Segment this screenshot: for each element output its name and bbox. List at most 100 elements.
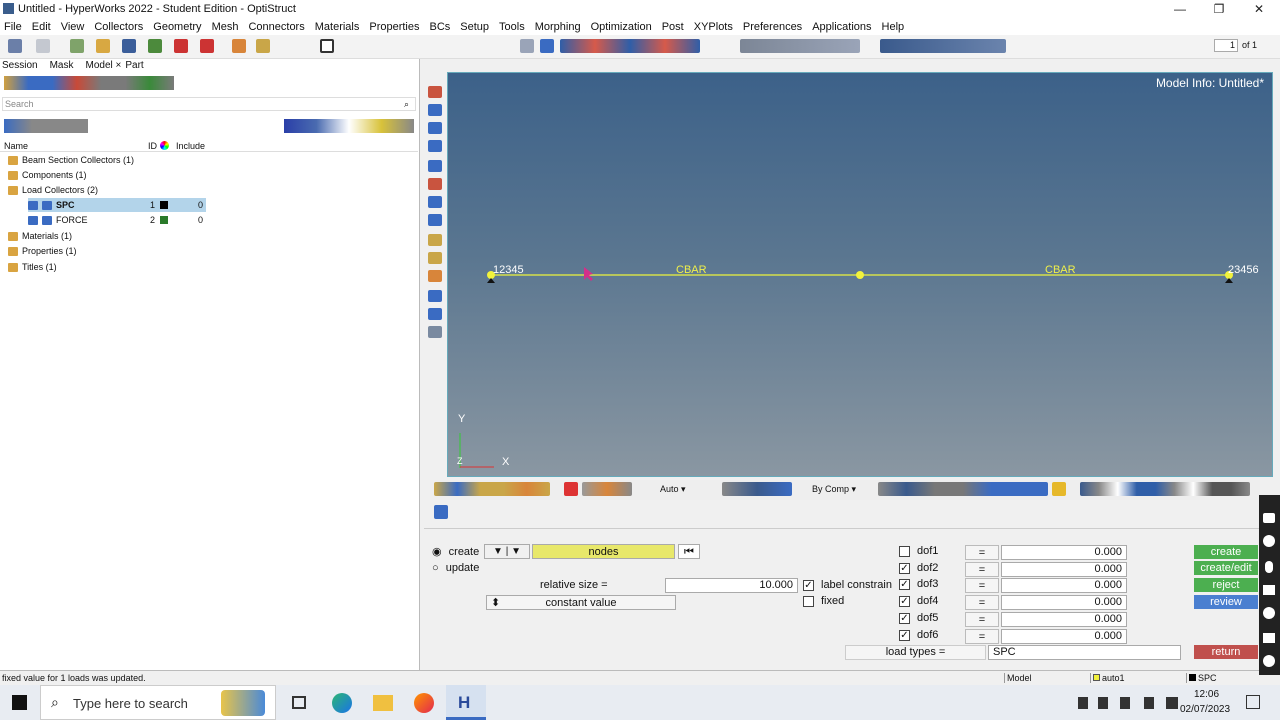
vtool-11-icon[interactable] [428, 270, 442, 282]
vtool-6-icon[interactable] [428, 178, 442, 190]
dof5-value[interactable]: 0.000 [1001, 611, 1127, 627]
review-button[interactable]: review [1194, 595, 1258, 609]
close-button[interactable]: ✕ [1249, 1, 1269, 17]
notifications-icon[interactable] [1246, 695, 1260, 709]
dof2-checkbox[interactable]: ✓ [899, 562, 910, 574]
dof4-checkbox[interactable]: ✓ [899, 596, 910, 608]
edge-icon[interactable] [332, 693, 352, 713]
browser-filter-icons[interactable] [4, 119, 88, 133]
menu-xyplots[interactable]: XYPlots [694, 21, 733, 33]
fixed-checkbox[interactable] [803, 596, 814, 607]
dof3-checkbox[interactable]: ✓ [899, 579, 910, 591]
vis-far-icons[interactable] [1080, 482, 1250, 496]
bycomp-dropdown[interactable]: By Comp ▾ [798, 482, 874, 496]
tab-mask[interactable]: Mask [50, 60, 74, 72]
webcam-icon[interactable] [1263, 607, 1275, 619]
tree-item-titles[interactable]: Titles (1) [8, 260, 57, 274]
delete-icon[interactable] [564, 482, 578, 496]
tree-item-materials[interactable]: Materials (1) [8, 229, 72, 243]
graphics-viewport[interactable]: Model Info: Untitled* 12345 23456 CBAR C… [447, 72, 1273, 477]
menu-mesh[interactable]: Mesh [212, 21, 239, 33]
entity-dropdown[interactable]: ▼ | ▼ [484, 544, 530, 559]
menu-optimization[interactable]: Optimization [591, 21, 652, 33]
model-icon[interactable] [256, 39, 270, 53]
vtool-7-icon[interactable] [428, 196, 442, 208]
system-tray-icons[interactable] [1078, 697, 1178, 709]
status-spc[interactable]: SPC [1186, 673, 1217, 683]
reset-selection-button[interactable]: ⏮ [678, 544, 700, 559]
menu-file[interactable]: File [4, 21, 22, 33]
menu-help[interactable]: Help [882, 21, 905, 33]
dof3-value[interactable]: 0.000 [1001, 578, 1127, 594]
page-number-field[interactable]: 1 [1214, 39, 1238, 52]
save-icon[interactable] [122, 39, 136, 53]
vtool-8-icon[interactable] [428, 214, 442, 226]
menu-materials[interactable]: Materials [315, 21, 360, 33]
dof6-checkbox[interactable]: ✓ [899, 629, 910, 641]
col-include[interactable]: Include [176, 141, 205, 151]
dof5-operator[interactable]: = [965, 611, 999, 627]
dof1-checkbox[interactable] [899, 546, 910, 557]
model-geometry[interactable] [448, 73, 1274, 478]
restore-button[interactable]: ❐ [1209, 1, 1229, 17]
create-edit-button[interactable]: create/edit [1194, 561, 1258, 575]
zoom-icon[interactable] [520, 39, 534, 53]
tree-item-spc[interactable]: SPC 1 0 [28, 198, 206, 212]
hyperworks-taskbar-icon[interactable]: H [446, 685, 486, 720]
col-name[interactable]: Name [4, 141, 28, 151]
nodes-selector[interactable]: nodes [532, 544, 675, 559]
tree-item-beam-section-collectors[interactable]: Beam Section Collectors (1) [8, 153, 134, 167]
dof2-value[interactable]: 0.000 [1001, 561, 1127, 577]
menu-edit[interactable]: Edit [32, 21, 51, 33]
create-radio[interactable]: ◉ create [432, 545, 479, 558]
vtool-5-icon[interactable] [428, 160, 442, 172]
vtool-12-icon[interactable] [428, 290, 442, 302]
menu-properties[interactable]: Properties [369, 21, 419, 33]
menu-morphing[interactable]: Morphing [535, 21, 581, 33]
redo-icon[interactable] [36, 39, 50, 53]
undo-icon[interactable] [8, 39, 22, 53]
dof4-value[interactable]: 0.000 [1001, 595, 1127, 611]
vtool-1-icon[interactable] [428, 86, 442, 98]
vtool-10-icon[interactable] [428, 252, 442, 264]
return-button[interactable]: return [1194, 645, 1258, 659]
speaker-icon[interactable] [1263, 585, 1275, 595]
dof4-operator[interactable]: = [965, 595, 999, 611]
vtool-14-icon[interactable] [428, 326, 442, 338]
dof6-operator[interactable]: = [965, 628, 999, 644]
color-mode-dropdown[interactable]: Auto ▾ [646, 482, 718, 496]
update-radio[interactable]: ○ update [432, 562, 479, 574]
tab-session[interactable]: Session [2, 60, 38, 72]
dof3-operator[interactable]: = [965, 578, 999, 594]
settings-gear-icon[interactable] [1263, 655, 1275, 667]
export-icon[interactable] [148, 39, 162, 53]
create-button[interactable]: create [1194, 545, 1258, 559]
clock-time[interactable]: 12:06 [1194, 689, 1219, 700]
tree-item-force[interactable]: FORCE 2 0 [28, 213, 206, 227]
label-constraints-checkbox[interactable]: ✓ [803, 580, 814, 591]
dof1-operator[interactable]: = [965, 545, 999, 560]
dof1-value[interactable]: 0.000 [1001, 545, 1127, 560]
relative-size-input[interactable]: 10.000 [665, 578, 798, 593]
search-icon[interactable]: ⌕ [404, 99, 409, 110]
browser-display-icons[interactable] [284, 119, 414, 133]
constant-value-toggle[interactable]: ⬍ constant value [486, 595, 676, 610]
reject-button[interactable]: reject [1194, 578, 1258, 592]
view-tools-icon[interactable] [560, 39, 700, 53]
minimize-button[interactable]: — [1170, 1, 1190, 17]
load-types-input[interactable]: SPC [988, 645, 1181, 660]
vtool-4-icon[interactable] [428, 140, 442, 152]
menu-applications[interactable]: Applications [812, 21, 871, 33]
menu-preferences[interactable]: Preferences [743, 21, 802, 33]
vis-mid2-icons[interactable] [722, 482, 792, 496]
clock-date[interactable]: 02/07/2023 [1180, 704, 1230, 715]
tool-icon[interactable] [174, 39, 188, 53]
tree-item-properties[interactable]: Properties (1) [8, 244, 77, 258]
record-icon[interactable] [1263, 535, 1275, 547]
search-input[interactable]: Search [2, 97, 416, 111]
vis-mid-icons[interactable] [582, 482, 632, 496]
task-view-icon[interactable] [292, 696, 306, 709]
vtool-13-icon[interactable] [428, 308, 442, 320]
tool2-icon[interactable] [200, 39, 214, 53]
open-icon[interactable] [96, 39, 110, 53]
